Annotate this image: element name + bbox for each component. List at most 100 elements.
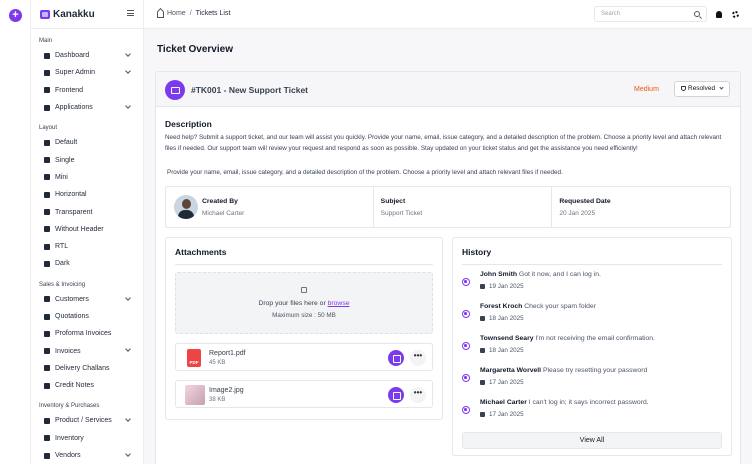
frontend-icon [44,87,50,94]
max-size-text: Maximum size : 50 MB [272,312,336,319]
breadcrumb-home[interactable]: Home [167,10,186,17]
page-title: Ticket Overview [157,44,233,55]
chevron-down-icon[interactable] [125,294,131,301]
customers-icon [44,296,50,303]
home-icon[interactable] [157,11,164,18]
description-heading: Description [165,119,212,129]
history-text: Townsend Seary I'm not receiving the ema… [480,335,655,342]
attachments-panel: Attachments Drop your files here or brow… [165,237,443,420]
add-icon[interactable]: + [9,9,22,22]
invoices-icon [44,348,50,355]
more-options-button[interactable]: ••• [410,350,426,366]
search-icon[interactable] [694,11,700,17]
brand[interactable]: Kanakku [31,0,143,29]
history-date-value: 18 Jan 2025 [489,315,524,322]
history-text: Michael Carter I can't log in; it says i… [480,399,649,406]
sidebar-item-dashboard[interactable]: Dashboard [31,47,143,64]
search-input[interactable]: Search [594,6,707,22]
app-rail: + [0,0,31,464]
view-file-button[interactable] [388,387,404,403]
chevron-down-icon[interactable] [125,451,131,457]
layout-default-icon [44,139,50,146]
sidebar-item-frontend[interactable]: Frontend [31,82,143,99]
sidebar-item-label: Customers [55,295,89,303]
chevron-down-icon [719,85,724,90]
layout-mini-icon [44,174,50,181]
calendar-icon [480,315,485,321]
description-text: Need help? Submit a support ticket, and … [165,134,722,152]
sidebar-item-label: Inventory [55,434,84,442]
vendors-icon [44,452,50,459]
history-message: Check your spam folder [524,303,596,310]
sidebar-item-super-admin[interactable]: Super Admin [31,64,143,81]
sidebar-section-title: Sales & Invoicing [39,281,86,288]
sidebar-item-credit-notes[interactable]: Credit Notes [31,377,143,394]
file-dropzone[interactable]: Drop your files here or browse Maximum s… [175,272,433,334]
history-message: I'm not receiving the email confirmation… [535,335,655,342]
sidebar-item-transparent[interactable]: Transparent [31,203,143,220]
history-text: Forest Kroch Check your spam folder [480,303,596,310]
sidebar-item-dark[interactable]: Dark [31,255,143,272]
view-all-button[interactable]: View All [462,432,722,449]
history-entry: John Smith Got it now, and I can log in.… [462,270,722,298]
chevron-down-icon[interactable] [125,346,131,353]
dropzone-prompt: Drop your files here or [258,300,326,307]
sidebar-item-label: Super Admin [55,69,96,77]
sidebar-item-label: Dashboard [55,52,90,60]
chevron-down-icon[interactable] [125,103,131,109]
sidebar-item-single[interactable]: Single [31,151,143,168]
history-date-value: 18 Jan 2025 [489,347,524,354]
sidebar-item-mini[interactable]: Mini [31,169,143,186]
sidebar-item-quotations[interactable]: Quotations [31,308,143,325]
proforma-invoices-icon [44,330,50,337]
timeline-dot-icon [462,374,470,382]
search-placeholder: Search [601,11,621,17]
menu-toggle-icon[interactable] [127,10,134,16]
history-text: Margaretta Worvell Please try resetting … [480,367,647,374]
history-author: Margaretta Worvell [480,367,542,374]
file-size: 45 KB [209,360,226,366]
sidebar-item-label: Mini [55,173,68,181]
sidebar-item-delivery-challans[interactable]: Delivery Challans [31,360,143,377]
ticket-name: New Support Ticket [228,85,309,95]
notification-bell-icon[interactable] [716,11,722,18]
chevron-down-icon[interactable] [125,51,131,57]
chevron-down-icon[interactable] [125,68,131,75]
history-entry: Margaretta Worvell Please try resetting … [462,366,722,394]
sidebar-item-product-services[interactable]: Product / Services [31,412,143,429]
sidebar-menu: Main Dashboard Super Admin Frontend Applicat… [31,35,143,464]
file-size: 38 KB [209,397,226,403]
attachment-item: Image2.jpg 38 KB ••• [175,380,433,408]
file-name: Report1.pdf [209,350,246,357]
sidebar-item-rtl[interactable]: RTL [31,238,143,255]
sidebar-item-without-header[interactable]: Without Header [31,221,143,238]
settings-gear-icon[interactable] [732,11,739,18]
timeline-dot-icon [462,278,470,286]
dashboard-icon [44,52,50,59]
view-file-button[interactable] [388,350,404,366]
sidebar-item-invoices[interactable]: Invoices [31,342,143,359]
sidebar-item-vendors[interactable]: Vendors [31,447,143,464]
chevron-down-icon[interactable] [125,416,131,423]
browse-link[interactable]: browse [328,300,350,307]
more-options-button[interactable]: ••• [410,387,426,403]
history-date-value: 19 Jan 2025 [489,283,524,290]
sidebar-item-proforma-invoices[interactable]: Proforma Invoices [31,325,143,342]
history-date: 17 Jan 2025 [480,379,524,386]
meta-requested-date: Requested Date 20 Jan 2025 [552,187,730,227]
sidebar-item-default[interactable]: Default [31,134,143,151]
sidebar-item-inventory[interactable]: Inventory [31,430,143,447]
description-text-secondary: Provide your name, email, issue category… [167,169,563,176]
file-name: Image2.jpg [209,387,244,394]
sidebar-item-horizontal[interactable]: Horizontal [31,186,143,203]
divider [175,264,433,265]
created-by-label: Created By [202,198,238,205]
ticket-icon [165,80,185,100]
sidebar-item-label: RTL [55,243,69,251]
sidebar-item-customers[interactable]: Customers [31,291,143,308]
meta-created-by: Created By Michael Carter [166,187,374,227]
product-services-icon [44,417,50,424]
sidebar-item-applications[interactable]: Applications [31,99,143,116]
super-admin-icon [44,69,50,76]
status-dropdown[interactable]: Resolved [674,81,730,97]
